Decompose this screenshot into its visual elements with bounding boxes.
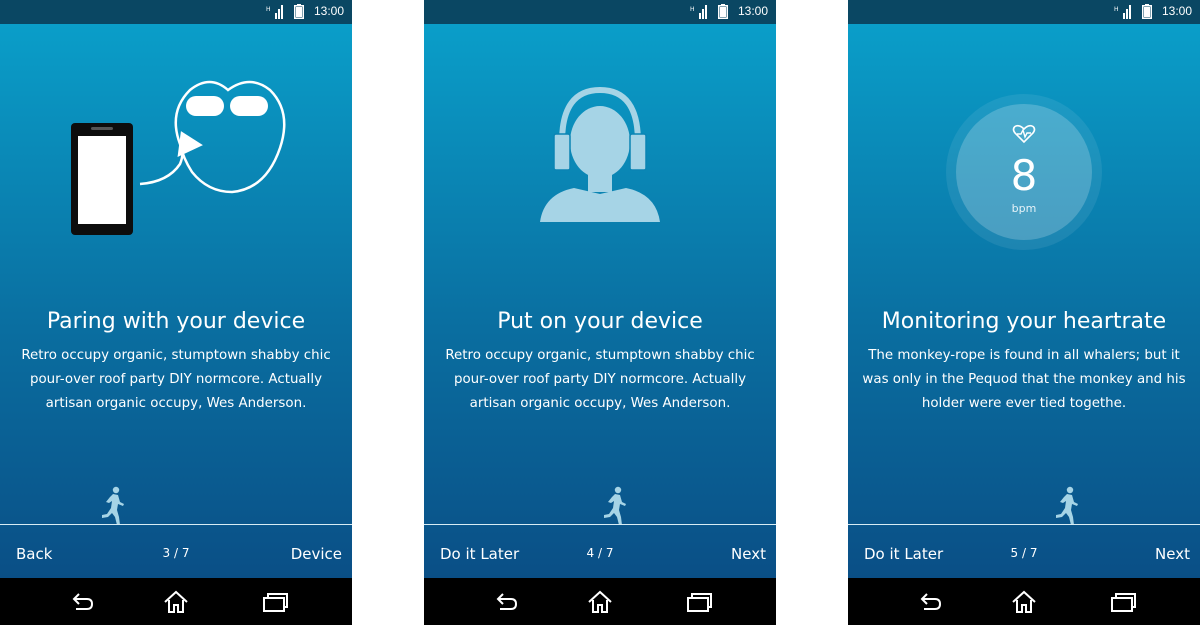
- screen-title: Put on your device: [497, 309, 703, 334]
- svg-text:H: H: [690, 6, 695, 13]
- screen-description: Retro occupy organic, stumptown shabby c…: [21, 348, 331, 411]
- status-time: 13:00: [1161, 4, 1192, 18]
- page-indicator: 5 / 7: [1010, 546, 1038, 560]
- heartrate-gauge: 8 bpm: [946, 94, 1102, 250]
- phone-pairing-illustration: [71, 80, 286, 235]
- onboarding-content: 8 bpm Monitoring your heartrate The monk…: [848, 24, 1200, 578]
- status-time: 13:00: [313, 4, 344, 18]
- status-bar: H 13:00: [848, 0, 1200, 24]
- system-nav-bar: [424, 578, 776, 625]
- phone-screen-wear-device: H 13:00 Put on your device Retro occupy …: [424, 0, 776, 625]
- screen-title: Monitoring your heartrate: [881, 309, 1167, 334]
- status-bar: H 13:00: [0, 0, 352, 24]
- back-arrow-icon[interactable]: [494, 590, 520, 614]
- next-button[interactable]: Next: [1155, 545, 1190, 563]
- next-button[interactable]: Next: [731, 545, 766, 563]
- status-bar: H 13:00: [424, 0, 776, 24]
- battery-icon: [294, 4, 304, 19]
- system-nav-bar: [848, 578, 1200, 625]
- runner-icon: [102, 486, 124, 525]
- recent-apps-icon[interactable]: [686, 590, 712, 614]
- footer-bar: Back 3 / 7 Device: [0, 525, 352, 578]
- signal-icon: H: [1114, 5, 1131, 19]
- home-icon[interactable]: [163, 590, 189, 614]
- status-time: 13:00: [737, 4, 768, 18]
- battery-icon: [1142, 4, 1152, 19]
- footer-bar: Do it Later 5 / 7 Next: [848, 525, 1200, 578]
- page-indicator: 4 / 7: [586, 546, 614, 560]
- footer-bar: Do it Later 4 / 7 Next: [424, 525, 776, 578]
- screen-description: Retro occupy organic, stumptown shabby c…: [445, 348, 755, 411]
- recent-apps-icon[interactable]: [262, 590, 288, 614]
- home-icon[interactable]: [587, 590, 613, 614]
- headphones-person-illustration: [540, 86, 660, 222]
- heartrate-unit: bpm: [1011, 202, 1037, 215]
- phone-screen-pairing: H 13:00 Paring with your device Retro oc…: [0, 0, 352, 625]
- battery-icon: [718, 4, 728, 19]
- device-button[interactable]: Device: [291, 545, 342, 563]
- onboarding-content: Paring with your device Retro occupy org…: [0, 24, 352, 578]
- back-arrow-icon[interactable]: [918, 590, 944, 614]
- heartrate-gauge-inner: 8 bpm: [956, 104, 1092, 240]
- screen-title: Paring with your device: [46, 309, 306, 334]
- runner-icon: [1056, 486, 1078, 525]
- svg-text:H: H: [266, 6, 271, 13]
- heartrate-value: 8: [1010, 151, 1038, 200]
- signal-icon: H: [266, 5, 283, 19]
- svg-text:H: H: [1114, 6, 1119, 13]
- signal-icon: H: [690, 5, 707, 19]
- screen-description: The monkey-rope is found in all whalers;…: [862, 348, 1186, 411]
- back-arrow-icon[interactable]: [70, 590, 96, 614]
- runner-icon: [604, 486, 626, 525]
- phone-screen-heartrate: H 13:00 8 bpm Monitoring your heartrate …: [848, 0, 1200, 625]
- system-nav-bar: [0, 578, 352, 625]
- onboarding-content: Put on your device Retro occupy organic,…: [424, 24, 776, 578]
- heart-pulse-icon: [1012, 124, 1036, 144]
- home-icon[interactable]: [1011, 590, 1037, 614]
- recent-apps-icon[interactable]: [1110, 590, 1136, 614]
